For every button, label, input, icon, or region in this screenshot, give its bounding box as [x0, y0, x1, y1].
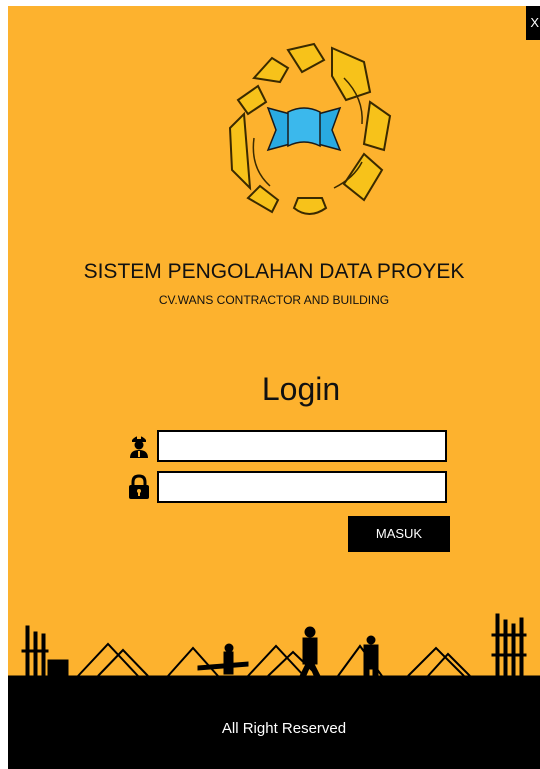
lock-icon — [129, 474, 149, 499]
login-heading: Login — [261, 371, 341, 407]
construction-skyline-illustration — [8, 613, 540, 684]
username-input[interactable] — [157, 430, 447, 462]
app-subtitle: CV.WANS CONTRACTOR AND BUILDING — [158, 293, 390, 307]
footer: All Right Reserved — [8, 676, 540, 769]
login-button[interactable]: MASUK — [348, 516, 450, 552]
app-title: SISTEM PENGOLAHAN DATA PROYEK — [83, 260, 465, 283]
password-input[interactable] — [157, 471, 447, 503]
footer-text: All Right Reserved — [221, 720, 347, 737]
company-logo — [228, 42, 392, 215]
user-worker-icon — [130, 435, 148, 458]
close-button[interactable]: X — [526, 6, 540, 40]
login-window: X SISTEM PENGOLAHAN DATA PROYEK CV.WANS … — [8, 6, 540, 769]
